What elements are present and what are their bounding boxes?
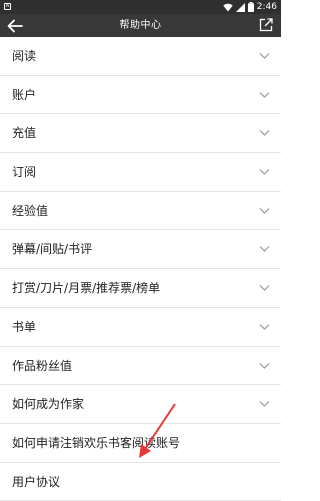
help-item-cancel-account[interactable]: 如何申请注销欢乐书客阅读账号: [0, 424, 281, 463]
help-item-label: 书单: [12, 319, 37, 334]
help-item-label: 打赏/刀片/月票/推荐票/榜单: [12, 281, 161, 296]
help-item-subscription[interactable]: 订阅: [0, 153, 281, 192]
help-item-label: 充值: [12, 126, 37, 141]
status-bar: A 2:46: [0, 0, 281, 14]
help-item-label: 如何申请注销欢乐书客阅读账号: [12, 435, 181, 450]
help-item-label: 作品粉丝值: [12, 358, 73, 373]
help-item-user-agreement[interactable]: 用户协议: [0, 463, 281, 501]
chevron-down-icon: [259, 323, 270, 330]
help-item-label: 阅读: [12, 49, 37, 63]
chevron-down-icon: [259, 169, 270, 175]
chevron-down-icon: [259, 401, 270, 408]
help-item-recharge[interactable]: 充值: [0, 114, 281, 154]
chevron-down-icon: [259, 53, 270, 59]
chevron-down-icon: [259, 130, 270, 137]
share-icon[interactable]: [258, 17, 274, 33]
help-topic-list: 阅读 账户 充值 订阅 经验值 弹幕/间贴/书评 打赏/刀片/月票/推荐票/榜单…: [0, 37, 281, 501]
chevron-down-icon: [259, 362, 270, 369]
help-item-fan-value[interactable]: 作品粉丝值: [0, 347, 281, 386]
help-item-label: 如何成为作家: [12, 397, 85, 412]
help-item-label: 订阅: [12, 165, 37, 180]
chevron-down-icon: [259, 91, 270, 98]
chevron-down-icon: [259, 246, 270, 253]
status-icons: 2:46: [223, 1, 277, 13]
help-item-label: 经验值: [12, 203, 49, 218]
status-time: 2:46: [256, 2, 277, 12]
help-item-danmaku[interactable]: 弹幕/间贴/书评: [0, 230, 281, 270]
chevron-down-icon: [259, 285, 270, 291]
help-item-booklist[interactable]: 书单: [0, 308, 281, 347]
wifi-icon: [223, 3, 233, 11]
signal-icon: [235, 2, 245, 12]
page-title: 帮助中心: [119, 20, 162, 31]
help-item-account[interactable]: 账户: [0, 76, 281, 115]
help-item-experience[interactable]: 经验值: [0, 192, 281, 231]
battery-icon: [247, 2, 254, 12]
help-item-reading[interactable]: 阅读: [0, 37, 281, 76]
help-item-become-writer[interactable]: 如何成为作家: [0, 385, 281, 424]
help-item-label: 弹幕/间贴/书评: [12, 242, 93, 257]
help-item-label: 账户: [12, 87, 37, 102]
help-item-rewards[interactable]: 打赏/刀片/月票/推荐票/榜单: [0, 269, 281, 308]
chevron-down-icon: [259, 207, 270, 214]
notification-icon: A: [4, 3, 11, 10]
toolbar: 帮助中心: [0, 14, 281, 37]
help-item-label: 用户协议: [12, 474, 61, 489]
